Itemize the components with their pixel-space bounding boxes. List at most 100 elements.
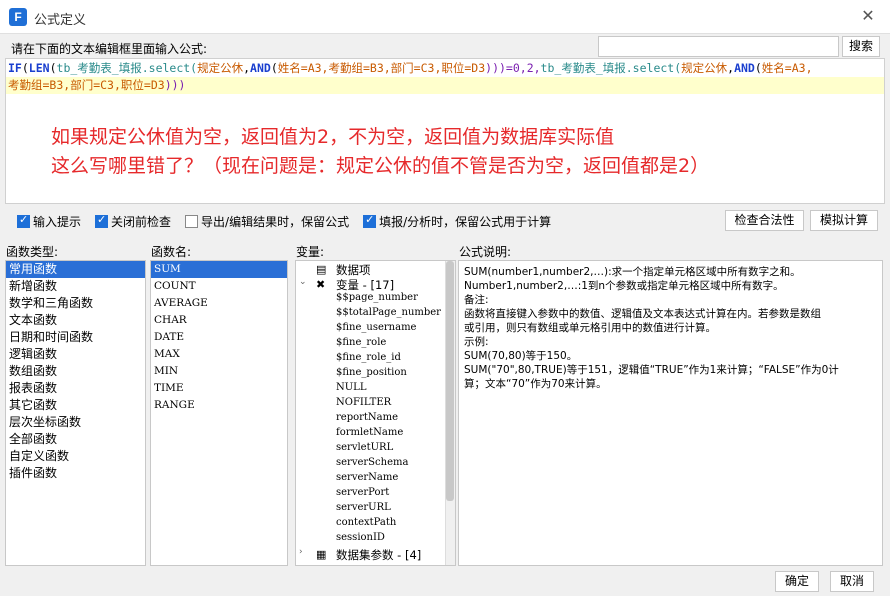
fn-type-item[interactable]: 全部函数 <box>6 431 145 448</box>
option-label: 关闭前检查 <box>111 214 172 229</box>
fn-type-label: 函数类型: <box>6 245 59 259</box>
formula-token: ))) <box>164 78 186 92</box>
vars-tree-item[interactable]: serverURL <box>296 502 455 517</box>
fn-type-item[interactable]: 数学和三角函数 <box>6 295 145 312</box>
vars-tree-item[interactable]: ▤ 数据项 <box>296 262 455 277</box>
close-icon[interactable]: ✕ <box>858 6 878 26</box>
fn-type-item[interactable]: 自定义函数 <box>6 448 145 465</box>
fn-name-item[interactable]: CHAR <box>151 312 287 329</box>
fn-type-item[interactable]: 常用函数 <box>6 261 145 278</box>
formula-token: 姓名=A3, <box>761 61 813 75</box>
formula-token: ( <box>21 61 29 75</box>
option-checkbox-1[interactable]: 关闭前检查 <box>95 213 171 230</box>
vars-scrollbar[interactable] <box>445 261 455 565</box>
formula-token: AND <box>250 61 271 75</box>
ok-button[interactable]: 确定 <box>775 571 819 592</box>
description-line: 备注: <box>464 294 489 306</box>
description-line: 示例: <box>464 336 489 348</box>
fn-type-item[interactable]: 逻辑函数 <box>6 346 145 363</box>
vars-tree-label: formletName <box>336 427 404 438</box>
vars-tree-item[interactable]: reportName <box>296 412 455 427</box>
vars-tree-item[interactable]: $fine_role_id <box>296 352 455 367</box>
fn-type-item[interactable]: 新增函数 <box>6 278 145 295</box>
vars-tree-item[interactable]: ⌄ ✖ 变量 - [17] <box>296 277 455 292</box>
fn-type-item[interactable]: 插件函数 <box>6 465 145 482</box>
tree-toggle-icon[interactable]: ⌄ <box>299 277 309 287</box>
fn-type-item[interactable]: 日期和时间函数 <box>6 329 145 346</box>
fn-type-item[interactable]: 其它函数 <box>6 397 145 414</box>
tree-toggle-icon[interactable]: › <box>299 547 309 557</box>
vars-tree-label: servletURL <box>336 442 394 453</box>
vars-tree[interactable]: ▤ 数据项 ⌄ ✖ 变量 - [17] $$page_number $$totalPage_… <box>295 260 456 566</box>
fn-name-list[interactable]: SUM COUNT AVERAGE CHAR DATE MAX MIN TIME RANGE <box>150 260 288 566</box>
fn-name-item[interactable]: COUNT <box>151 278 287 295</box>
checkbox-icon[interactable] <box>95 213 109 228</box>
vars-tree-item[interactable]: sessionID <box>296 532 455 547</box>
vars-tree-item[interactable]: $$page_number <box>296 292 455 307</box>
prompt-label: 请在下面的文本编辑框里面输入公式: <box>11 42 208 56</box>
vars-tree-item[interactable]: › ▦ 数据集参数 - [4] <box>296 547 455 562</box>
formula-line-1: IF(LEN(tb_考勤表_填报.select(规定公休,AND(姓名=A3,考… <box>6 60 884 77</box>
formula-token: , <box>243 61 251 75</box>
search-button[interactable]: 搜索 <box>842 36 880 57</box>
vars-tree-item[interactable]: NOFILTER <box>296 397 455 412</box>
fn-type-item[interactable]: 文本函数 <box>6 312 145 329</box>
fn-name-item[interactable]: SUM <box>151 261 287 278</box>
fn-name-item[interactable]: AVERAGE <box>151 295 287 312</box>
formula-token: 考勤组=B3, <box>8 78 71 92</box>
checkbox-icon[interactable] <box>363 213 377 228</box>
fn-name-item[interactable]: MAX <box>151 346 287 363</box>
vars-tree-item[interactable]: serverName <box>296 472 455 487</box>
vars-tree-label: serverPort <box>336 487 390 498</box>
variable-icon: ✖ <box>316 278 326 291</box>
cancel-button[interactable]: 取消 <box>830 571 874 592</box>
search-input[interactable] <box>598 36 839 57</box>
checkbox-icon[interactable] <box>185 214 199 228</box>
vars-tree-item[interactable]: formletName <box>296 427 455 442</box>
validate-button[interactable]: 检查合法性 <box>725 210 804 231</box>
option-checkbox-3[interactable]: 填报/分析时，保留公式用于计算 <box>363 213 551 230</box>
formula-token: .select( <box>625 61 682 75</box>
description-line: 函数将直接键入参数中的数值、逻辑值及文本表达式计算在内。若参数是数组 <box>464 308 821 320</box>
vars-tree-label: 数据项 <box>336 263 371 277</box>
vars-tree-item[interactable]: $fine_position <box>296 367 455 382</box>
formula-token: 规定公休 <box>197 61 244 75</box>
fn-type-item[interactable]: 数组函数 <box>6 363 145 380</box>
vars-tree-label: $fine_position <box>336 367 407 378</box>
option-label: 导出/编辑结果时，保留公式 <box>201 214 350 229</box>
vars-tree-item[interactable]: serverPort <box>296 487 455 502</box>
vars-scrollbar-thumb[interactable] <box>446 261 454 501</box>
vars-tree-item[interactable]: $$totalPage_number <box>296 307 455 322</box>
fn-name-item[interactable]: MIN <box>151 363 287 380</box>
simulate-button[interactable]: 模拟计算 <box>810 210 878 231</box>
vars-tree-label: $fine_username <box>336 322 417 333</box>
fn-name-item[interactable]: DATE <box>151 329 287 346</box>
formula-editor[interactable]: IF(LEN(tb_考勤表_填报.select(规定公休,AND(姓名=A3,考… <box>5 58 885 204</box>
vars-tree-label: reportName <box>336 412 399 423</box>
formula-token: tb_考勤表_填报 <box>56 61 142 75</box>
vars-tree-item[interactable]: servletURL <box>296 442 455 457</box>
option-checkbox-2[interactable]: 导出/编辑结果时，保留公式 <box>185 213 349 230</box>
vars-tree-label: contextPath <box>336 517 397 528</box>
vars-tree-item[interactable]: $fine_role <box>296 337 455 352</box>
fn-name-item[interactable]: TIME <box>151 380 287 397</box>
formula-token: 职位=D3 <box>441 61 486 75</box>
fn-type-item[interactable]: 报表函数 <box>6 380 145 397</box>
option-checkbox-0[interactable]: 输入提示 <box>17 213 81 230</box>
checkbox-icon[interactable] <box>17 213 30 228</box>
fn-type-list[interactable]: 常用函数 新增函数 数学和三角函数 文本函数 日期和时间函数 逻辑函数 数组函数 报表函数 其它… <box>5 260 146 566</box>
vars-tree-label: sessionID <box>336 532 385 543</box>
fanruan-logo-icon: F <box>9 8 27 26</box>
vars-tree-label: NOFILTER <box>336 397 392 408</box>
vars-tree-item[interactable]: contextPath <box>296 517 455 532</box>
window-titlebar: F 公式定义 ✕ <box>0 0 890 34</box>
fn-name-item[interactable]: RANGE <box>151 397 287 414</box>
formula-token: .select( <box>141 61 198 75</box>
formula-token: AND <box>734 61 755 75</box>
formula-token: 姓名=A3, <box>277 61 329 75</box>
fn-type-item[interactable]: 层次坐标函数 <box>6 414 145 431</box>
vars-tree-item[interactable]: serverSchema <box>296 457 455 472</box>
description-line: 算；文本“70”作为70来计算。 <box>464 378 607 390</box>
vars-tree-item[interactable]: NULL <box>296 382 455 397</box>
vars-tree-item[interactable]: $fine_username <box>296 322 455 337</box>
